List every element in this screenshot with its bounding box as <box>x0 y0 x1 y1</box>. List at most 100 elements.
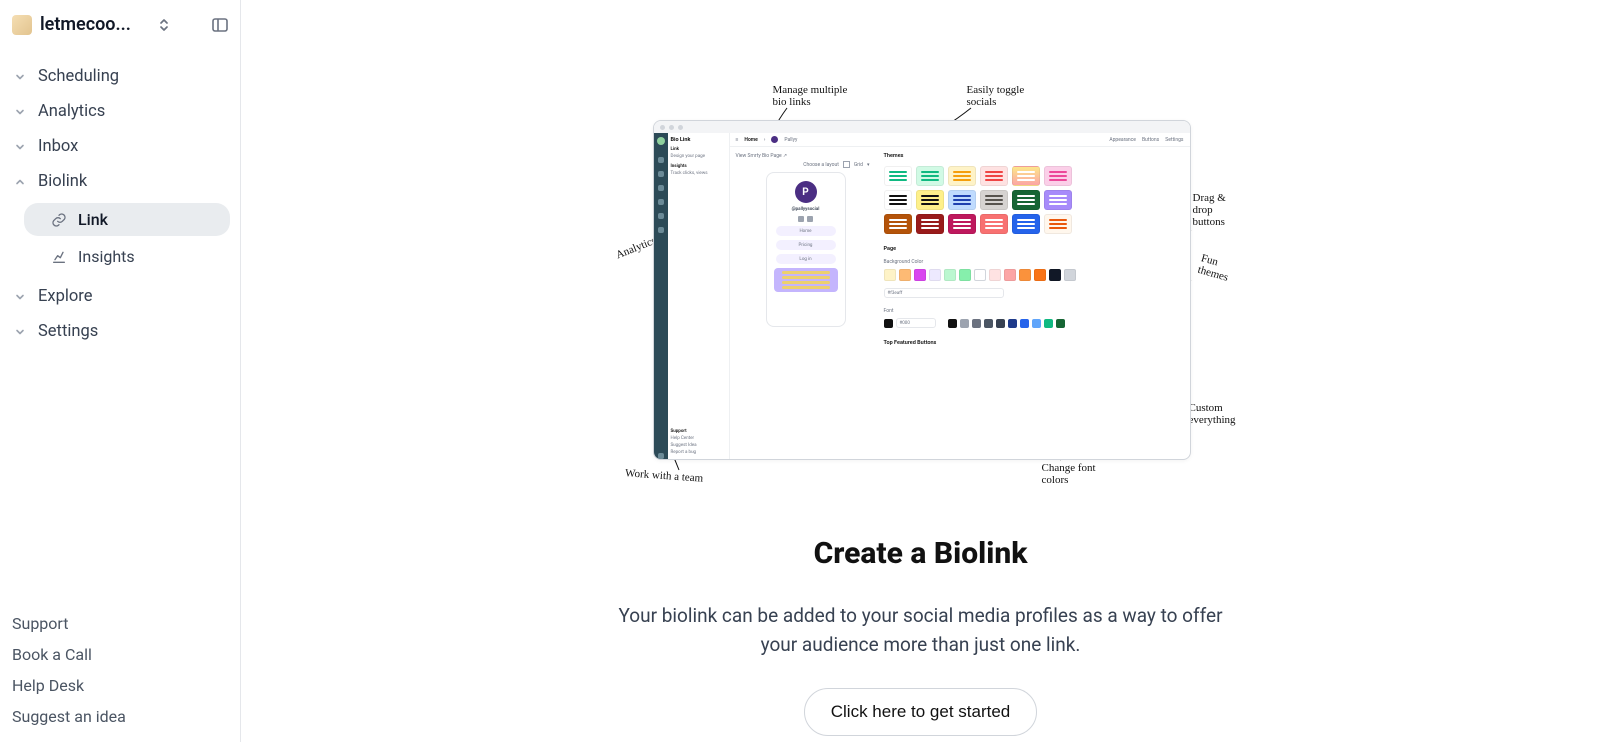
sidebar-icon <box>658 157 664 163</box>
sidebar-item-scheduling[interactable]: Scheduling <box>6 61 234 92</box>
phone-avatar: P <box>795 181 817 203</box>
traffic-light-icon <box>660 125 665 130</box>
workspace-logo <box>12 15 32 35</box>
layout-grid-icon <box>843 161 850 168</box>
layout-label: Choose a layout <box>803 162 839 168</box>
window-mini-sidebar <box>654 133 668 459</box>
window-left-link-label: Link <box>671 147 726 152</box>
sidebar-subitem-label: Insights <box>78 247 135 266</box>
layout-grid-label: Grid <box>854 162 863 168</box>
phone-button: Home <box>776 226 836 236</box>
chart-icon <box>50 248 68 266</box>
view-page-link: View Smrty Bio Page ↗ <box>736 153 788 159</box>
sidebar-item-explore[interactable]: Explore <box>6 281 234 312</box>
sidebar-item-label: Inbox <box>38 137 78 156</box>
sidebar-item-label: Explore <box>38 287 92 306</box>
toolbar-tab-pallyy: Pallyy <box>784 137 797 143</box>
window-main: ≡ Home › Pallyy Appearance Buttons Setti… <box>730 133 1190 459</box>
chevron-down-icon <box>12 104 28 120</box>
traffic-light-icon <box>678 125 683 130</box>
chevron-down-icon <box>12 139 28 155</box>
window-left-panel: Bio Link Link Design your page Insights … <box>668 133 730 459</box>
chevron-down-icon <box>12 69 28 85</box>
window-bottom-help: Help Center <box>671 436 726 441</box>
phone-handle: @pallyysocial <box>792 207 820 212</box>
illustration-window: Bio Link Link Design your page Insights … <box>653 120 1191 460</box>
get-started-button[interactable]: Click here to get started <box>804 688 1038 736</box>
chevron-up-down-icon[interactable] <box>154 15 174 35</box>
themes-title: Themes <box>884 153 1184 159</box>
app-logo-icon <box>657 137 665 145</box>
sidebar-biolink-subitems: Link Insights <box>6 203 234 273</box>
sidebar-icon <box>658 171 664 177</box>
phone-button: Pricing <box>776 240 836 250</box>
sidebar: letmecoo... Scheduling Analytics Inbox <box>0 0 241 742</box>
panel-toggle-icon[interactable] <box>210 15 230 35</box>
bg-color-row <box>884 269 1184 281</box>
window-left-insights-label: Insights <box>671 164 726 169</box>
main-content: Manage multiple bio links Easily toggle … <box>241 0 1600 742</box>
sidebar-item-label: Settings <box>38 322 98 341</box>
sidebar-item-biolink[interactable]: Biolink <box>6 166 234 197</box>
bg-label: Background Color <box>884 259 1184 265</box>
menu-icon: ≡ <box>736 137 739 143</box>
phone-button: Log in <box>776 254 836 264</box>
workspace-switcher[interactable]: letmecoo... <box>6 8 234 41</box>
window-bottom-support: Support <box>671 429 726 434</box>
window-bottom-suggest: Suggest Idea <box>671 443 726 448</box>
toolbar-tab-appearance: Appearance <box>1109 137 1136 143</box>
page-title: Page <box>884 246 1184 252</box>
phone-social-icons <box>798 216 813 222</box>
font-label: Font <box>884 308 1184 314</box>
sidebar-item-label: Biolink <box>38 172 87 191</box>
biolink-illustration: Manage multiple bio links Easily toggle … <box>571 80 1271 500</box>
phone-featured-pad <box>774 268 838 292</box>
footer-link-support[interactable]: Support <box>12 614 228 633</box>
sidebar-item-label: Analytics <box>38 102 105 121</box>
sidebar-icon <box>658 213 664 219</box>
window-bottom-report: Report a bug <box>671 450 726 455</box>
page-subtitle: Your biolink can be added to your social… <box>601 601 1241 660</box>
layout-selector: Choose a layout Grid ▾ <box>803 161 869 168</box>
sidebar-subitem-label: Link <box>78 210 108 229</box>
page-title: Create a Biolink <box>814 536 1028 571</box>
toolbar-tab-home: Home <box>744 137 757 143</box>
window-toolbar: ≡ Home › Pallyy Appearance Buttons Setti… <box>730 133 1190 147</box>
featured-title: Top Featured Buttons <box>884 340 1184 346</box>
phone-preview: P @pallyysocial Home Pricing Log in <box>766 172 846 327</box>
chevron-up-icon <box>12 174 28 190</box>
sidebar-item-settings[interactable]: Settings <box>6 316 234 347</box>
themes-column: Themes <box>884 153 1184 453</box>
chevron-down-icon <box>12 324 28 340</box>
window-brand: Bio Link <box>671 137 726 143</box>
sidebar-icon <box>658 185 664 191</box>
sidebar-subitem-insights[interactable]: Insights <box>24 240 230 273</box>
sidebar-icon <box>658 453 664 459</box>
sidebar-icon <box>658 199 664 205</box>
sidebar-item-inbox[interactable]: Inbox <box>6 131 234 162</box>
font-row: #000 <box>884 318 1184 328</box>
toolbar-tab-settings: Settings <box>1165 137 1183 143</box>
bg-value-input: #f3eaff <box>884 288 1004 298</box>
window-titlebar <box>654 121 1190 133</box>
footer-link-helpdesk[interactable]: Help Desk <box>12 676 228 695</box>
footer-link-book[interactable]: Book a Call <box>12 645 228 664</box>
workspace-name: letmecoo... <box>40 14 146 35</box>
window-left-clicks-label: Track clicks, views <box>671 171 726 176</box>
font-value-input: #000 <box>896 318 936 328</box>
sidebar-item-analytics[interactable]: Analytics <box>6 96 234 127</box>
window-left-design-label: Design your page <box>671 154 726 159</box>
link-icon <box>50 211 68 229</box>
hero: Manage multiple bio links Easily toggle … <box>571 80 1271 736</box>
sidebar-nav: Scheduling Analytics Inbox Biolink <box>6 61 234 347</box>
sidebar-item-label: Scheduling <box>38 67 119 86</box>
sidebar-subitem-link[interactable]: Link <box>24 203 230 236</box>
footer-link-suggest[interactable]: Suggest an idea <box>12 707 228 726</box>
toolbar-tab-buttons: Buttons <box>1142 137 1159 143</box>
phone-preview-column: View Smrty Bio Page ↗ Choose a layout Gr… <box>736 153 876 453</box>
themes-grid <box>884 166 1184 234</box>
sidebar-footer: Support Book a Call Help Desk Suggest an… <box>6 614 234 742</box>
traffic-light-icon <box>669 125 674 130</box>
sidebar-icon <box>658 227 664 233</box>
chevron-down-icon <box>12 289 28 305</box>
